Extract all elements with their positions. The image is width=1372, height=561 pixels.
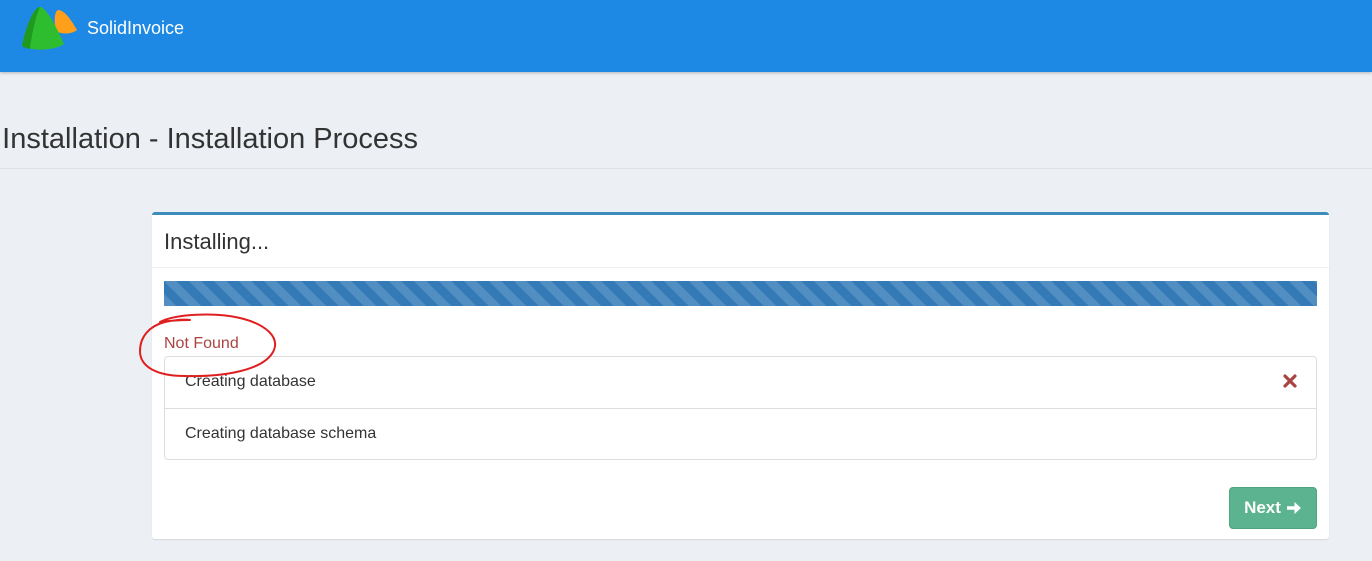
list-item: Creating database bbox=[165, 357, 1316, 408]
next-button[interactable]: Next bbox=[1229, 487, 1317, 529]
installation-box: Installing... Not Found Creating databas… bbox=[152, 212, 1329, 539]
list-item: Creating database schema bbox=[165, 408, 1316, 459]
box-header: Installing... bbox=[152, 215, 1329, 268]
install-steps-list: Creating database Creating database sche… bbox=[164, 356, 1317, 460]
install-progress bbox=[164, 281, 1317, 306]
red-circle-annotation bbox=[139, 313, 276, 378]
solidinvoice-logo-icon[interactable] bbox=[18, 4, 80, 54]
times-icon bbox=[1283, 374, 1297, 388]
box-title: Installing... bbox=[164, 229, 270, 254]
arrow-right-icon bbox=[1286, 502, 1301, 514]
top-navbar: SolidInvoice bbox=[0, 0, 1372, 72]
step-label: Creating database schema bbox=[185, 425, 377, 442]
brand-name[interactable]: SolidInvoice bbox=[87, 18, 184, 38]
page-title: e Installation - Installation Process bbox=[0, 123, 419, 155]
install-progress-bar bbox=[164, 281, 1317, 306]
next-button-label: Next bbox=[1244, 498, 1281, 517]
title-divider bbox=[0, 168, 1372, 169]
